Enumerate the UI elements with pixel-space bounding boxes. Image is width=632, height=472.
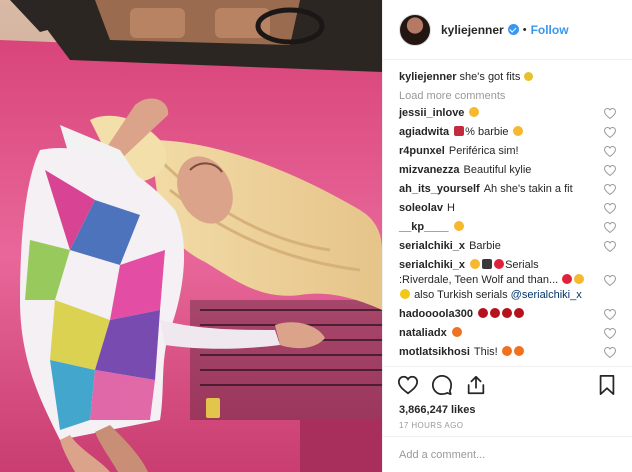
header-username[interactable]: kyliejenner bbox=[441, 23, 504, 37]
post-header: kyliejenner • Follow bbox=[383, 0, 632, 60]
comment-text-continued: also Turkish serials bbox=[414, 289, 508, 301]
comment-text: % barbie bbox=[465, 126, 509, 138]
heart-icon[interactable] bbox=[397, 374, 419, 396]
comment-author[interactable]: __kp____ bbox=[399, 221, 449, 233]
comment-text: H bbox=[447, 202, 455, 214]
follow-button[interactable]: Follow bbox=[531, 23, 569, 37]
emoji-icon bbox=[574, 274, 585, 284]
comment-mention-link[interactable]: @serialchiki_x bbox=[511, 289, 582, 301]
fire-emoji-icon bbox=[513, 346, 524, 356]
emoji-icon bbox=[470, 259, 481, 269]
caption-author[interactable]: kyliejenner bbox=[399, 71, 456, 83]
photo-illustration bbox=[0, 0, 382, 472]
comment-row: ah_its_yourself Ah she's takin a fit bbox=[399, 182, 616, 197]
comment-row: motlatsikhosi This! bbox=[399, 345, 616, 360]
comment-like-heart-icon[interactable] bbox=[604, 222, 616, 233]
comment-row: agiadwita % barbie bbox=[399, 125, 616, 140]
comment-author[interactable]: motlatsikhosi bbox=[399, 346, 470, 358]
comment-row: mizvanezza Beautiful kylie bbox=[399, 163, 616, 178]
sparkle-emoji-icon bbox=[524, 72, 534, 81]
action-icons-bar bbox=[383, 367, 632, 403]
comment-row: r4punxel Periférica sim! bbox=[399, 144, 616, 159]
add-comment-input[interactable] bbox=[399, 448, 616, 461]
comment-like-heart-icon[interactable] bbox=[604, 127, 616, 138]
post-timestamp[interactable]: 17 HOURS AGO bbox=[383, 421, 632, 430]
comment-text: Ah she's takin a fit bbox=[483, 183, 573, 195]
comment-author[interactable]: serialchiki_x bbox=[399, 240, 465, 252]
yellow-heart-emoji-icon bbox=[400, 289, 410, 299]
verified-badge-icon bbox=[507, 24, 519, 35]
comment-text: Beautiful kylie bbox=[463, 164, 532, 176]
comment-like-heart-icon[interactable] bbox=[604, 328, 616, 339]
comment-like-heart-icon[interactable] bbox=[604, 108, 616, 119]
avatar[interactable] bbox=[399, 13, 431, 46]
post-sidebar: kyliejenner • Follow kyliejenner she's g… bbox=[382, 0, 632, 472]
comment-like-heart-icon[interactable] bbox=[604, 347, 616, 358]
bookmark-icon[interactable] bbox=[596, 374, 618, 396]
caption-text: she's got fits bbox=[459, 71, 521, 83]
red-heart-emoji-icon bbox=[494, 259, 505, 269]
fire-emoji-icon bbox=[501, 346, 512, 356]
header-separator: • bbox=[522, 23, 527, 36]
comment-author[interactable]: mizvanezza bbox=[399, 164, 460, 176]
comment-row: serialchiki_x Barbie bbox=[399, 239, 616, 254]
lips-emoji-icon bbox=[513, 308, 524, 318]
comment-author[interactable]: hadoooola300 bbox=[399, 308, 473, 320]
load-more-comments-button[interactable]: Load more comments bbox=[399, 90, 616, 102]
comment-author[interactable]: soleolav bbox=[399, 202, 443, 214]
heart-eyes-emoji-icon bbox=[469, 107, 480, 117]
post-actions: 3,866,247 likes 17 HOURS AGO bbox=[383, 366, 632, 472]
comment-icon[interactable] bbox=[431, 374, 453, 396]
comment-like-heart-icon[interactable] bbox=[604, 275, 616, 286]
comment-author[interactable]: serialchiki_x bbox=[399, 259, 465, 271]
comment-row: __kp____ bbox=[399, 220, 616, 235]
comment-like-heart-icon[interactable] bbox=[604, 241, 616, 252]
comment-author[interactable]: jessii_inlove bbox=[399, 107, 464, 119]
post-caption: kyliejenner she's got fits bbox=[399, 69, 616, 85]
comment-author[interactable]: nataliadx bbox=[399, 327, 447, 339]
comment-like-heart-icon[interactable] bbox=[604, 146, 616, 157]
comment-row: jessii_inlove bbox=[399, 106, 616, 121]
fire-emoji-icon bbox=[451, 327, 462, 337]
comment-text: Barbie bbox=[469, 240, 501, 252]
add-comment-bar bbox=[383, 436, 632, 472]
comment-text: This! bbox=[473, 346, 498, 358]
heart-eyes-emoji-icon bbox=[512, 126, 523, 136]
comment-like-heart-icon[interactable] bbox=[604, 203, 616, 214]
comment-row: serialchiki_x Serials :Riverdale, Teen Wo… bbox=[399, 258, 616, 303]
comment-like-heart-icon[interactable] bbox=[604, 184, 616, 195]
comment-row: soleolav H bbox=[399, 201, 616, 216]
heart-emoji-icon bbox=[562, 274, 573, 284]
comment-like-heart-icon[interactable] bbox=[604, 165, 616, 176]
comments-list[interactable]: kyliejenner she's got fits Load more com… bbox=[383, 61, 632, 366]
lips-emoji-icon bbox=[489, 308, 500, 318]
smile-emoji-icon bbox=[453, 221, 464, 231]
comment-row: nataliadx bbox=[399, 326, 616, 341]
comment-author[interactable]: agiadwita bbox=[399, 126, 449, 138]
lips-emoji-icon bbox=[501, 308, 512, 318]
comment-like-heart-icon[interactable] bbox=[604, 309, 616, 320]
comment-author[interactable]: r4punxel bbox=[399, 145, 445, 157]
comment-text: Periférica sim! bbox=[448, 145, 519, 157]
emoji-icon bbox=[482, 259, 493, 269]
comment-row: hadoooola300 bbox=[399, 307, 616, 322]
comment-author[interactable]: ah_its_yourself bbox=[399, 183, 480, 195]
hearts-emoji-icon bbox=[454, 126, 465, 136]
likes-count[interactable]: 3,866,247 likes bbox=[383, 404, 632, 416]
lips-emoji-icon bbox=[477, 308, 488, 318]
post-photo[interactable] bbox=[0, 0, 382, 472]
instagram-post: kyliejenner • Follow kyliejenner she's g… bbox=[0, 0, 632, 472]
share-icon[interactable] bbox=[465, 374, 487, 396]
